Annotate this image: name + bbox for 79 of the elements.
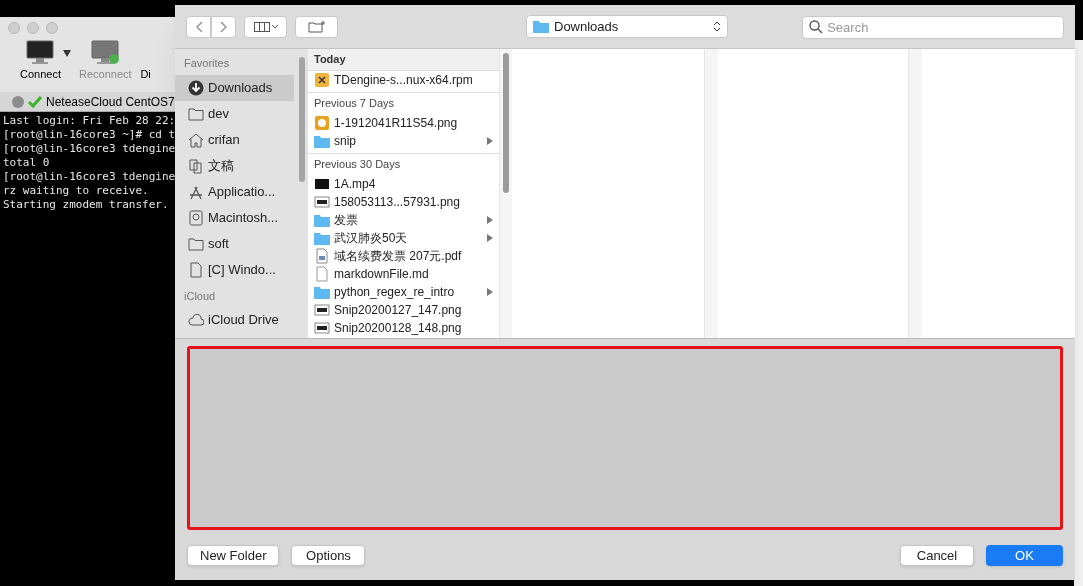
dropdown-caret-icon[interactable]	[63, 50, 71, 57]
sidebar-heading: Favorites	[183, 56, 231, 71]
location-dropdown[interactable]: Downloads	[526, 15, 728, 38]
monitor-icon	[91, 40, 120, 66]
folder-icon	[314, 133, 330, 149]
cloud-icon	[188, 312, 204, 328]
sidebar-item[interactable]: iCloud Drive	[175, 307, 294, 333]
dialog-button[interactable]: Options	[291, 545, 366, 566]
back-button[interactable]	[186, 15, 211, 38]
group-heading: Previous 7 Days	[308, 92, 499, 114]
file-row[interactable]: 1-1912041R11S54.png	[308, 114, 499, 132]
file-row[interactable]: 158053113...57931.png	[308, 193, 499, 211]
folder-icon	[188, 105, 204, 122]
terminal-line: Starting zmodem transfer.	[3, 198, 170, 212]
folder-icon	[314, 230, 330, 246]
sidebar-item[interactable]: crifan	[175, 126, 294, 153]
folder-plus-icon	[307, 20, 326, 33]
sidebar-item[interactable]: soft	[175, 230, 294, 257]
sidebar-item[interactable]: Applicatio...	[175, 178, 294, 205]
file-row[interactable]: snip	[308, 132, 499, 150]
documents-icon	[188, 157, 204, 174]
close-tab-icon[interactable]	[12, 95, 24, 108]
folder-icon	[188, 235, 204, 252]
file-row[interactable]: python_regex_re_intro	[308, 283, 499, 301]
sidebar-item[interactable]: [C] Windo...	[175, 256, 294, 283]
file-row[interactable]: markdownFile.md	[308, 265, 499, 283]
package-icon	[314, 72, 330, 88]
file-row[interactable]: 武汉肺炎50天	[308, 229, 499, 247]
search-field[interactable]: Search	[802, 16, 1064, 39]
connect-button[interactable]: Connect	[20, 66, 61, 83]
folder-icon	[314, 284, 330, 300]
sidebar-item[interactable]: Downloads	[175, 74, 294, 101]
image-icon	[314, 115, 330, 131]
terminal-line: [root@lin-16core3 ~]# cd t	[3, 128, 177, 142]
sidebar-item[interactable]: 文稿	[175, 152, 294, 179]
screenshot-icon	[314, 194, 330, 210]
group-heading: Previous 30 Days	[308, 153, 499, 175]
file-row[interactable]: 1A.mp4	[308, 175, 499, 193]
screenshot-icon	[314, 302, 330, 318]
sidebar-item[interactable]: Macintosh...	[175, 204, 294, 231]
dialog-button[interactable]: Cancel	[900, 545, 974, 566]
terminal-line: [root@lin-16core3 tdengine	[3, 142, 177, 156]
toolbar-label[interactable]: Di	[140, 66, 151, 83]
video-icon	[314, 176, 330, 192]
forward-button[interactable]	[211, 15, 236, 38]
sidebar-heading: iCloud	[183, 288, 217, 304]
terminal-line: [root@lin-16core3 tdengine	[3, 170, 177, 184]
scrollbar-thumb[interactable]	[503, 53, 509, 193]
location-label: Downloads	[554, 17, 620, 36]
dialog-button[interactable]: New Folder	[187, 545, 280, 566]
pdf-icon	[314, 248, 330, 264]
updown-chevron-icon	[712, 20, 721, 33]
document-icon	[314, 266, 330, 282]
terminal-line: Last login: Fri Feb 28 22:	[3, 114, 177, 128]
new-folder-icon-button[interactable]	[295, 15, 339, 38]
file-row[interactable]: 域名续费发票 207元.pdf	[308, 247, 499, 265]
view-mode-button[interactable]	[244, 15, 288, 38]
zoom-control[interactable]	[46, 22, 58, 34]
file-row[interactable]: TDengine-s...nux-x64.rpm	[308, 71, 499, 89]
sidebar-item[interactable]: dev	[175, 100, 294, 127]
document-icon	[188, 261, 204, 278]
house-icon	[188, 131, 204, 148]
close-control[interactable]	[8, 22, 20, 34]
group-heading: Today	[308, 49, 499, 71]
search-icon	[809, 20, 824, 34]
monitor-icon	[26, 40, 55, 66]
file-row[interactable]: Snip20200128_148.png	[308, 319, 499, 337]
terminal-line: total 0	[3, 156, 51, 170]
minimize-control[interactable]	[27, 22, 39, 34]
dialog-button[interactable]: OK	[986, 545, 1063, 566]
scrollbar-thumb[interactable]	[299, 57, 305, 182]
file-row[interactable]: Snip20200127_147.png	[308, 301, 499, 319]
folder-icon	[533, 20, 549, 33]
checkmark-icon	[28, 95, 42, 108]
folder-icon	[314, 212, 330, 228]
download-icon	[188, 79, 204, 96]
terminal-line: rz waiting to receive.	[3, 184, 150, 198]
columns-view-icon	[253, 21, 278, 32]
file-row[interactable]: 发票	[308, 211, 499, 229]
